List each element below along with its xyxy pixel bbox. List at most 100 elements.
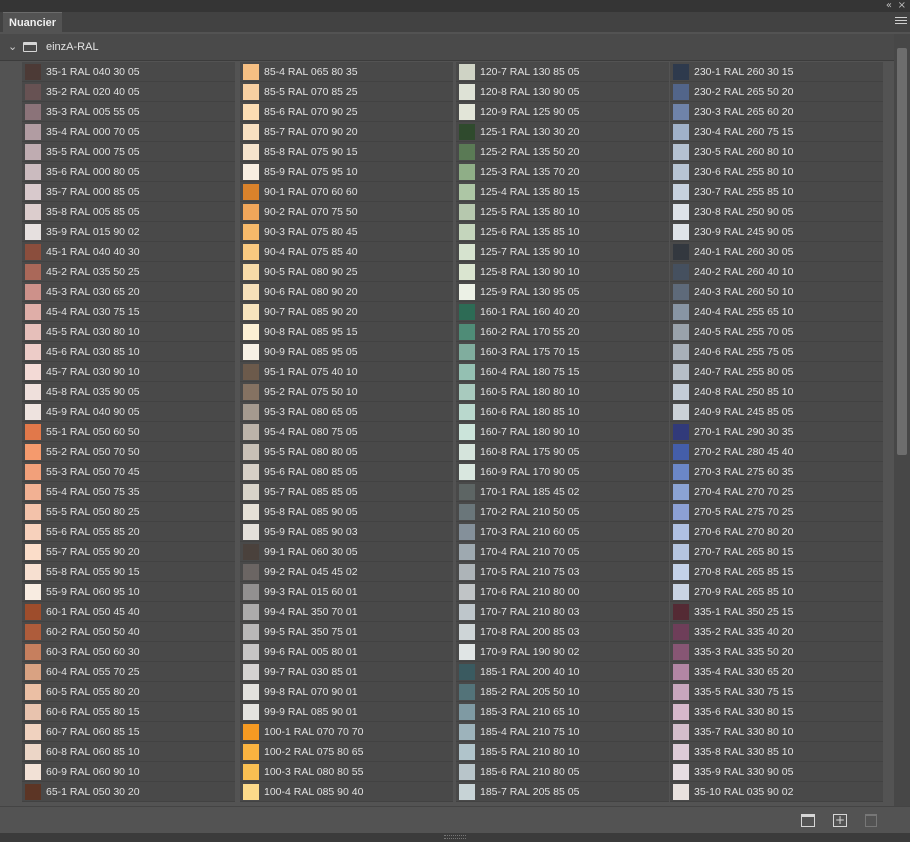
- swatch-item[interactable]: 125-1 RAL 130 30 20: [456, 122, 669, 142]
- tab-swatches[interactable]: Nuancier: [3, 12, 63, 32]
- swatch-item[interactable]: 35-9 RAL 015 90 02: [22, 222, 235, 242]
- swatch-item[interactable]: 55-8 RAL 055 90 15: [22, 562, 235, 582]
- swatch-item[interactable]: 90-8 RAL 085 95 15: [240, 322, 453, 342]
- swatch-item[interactable]: 240-3 RAL 260 50 10: [670, 282, 883, 302]
- swatch-item[interactable]: 125-6 RAL 135 85 10: [456, 222, 669, 242]
- swatch-item[interactable]: 55-2 RAL 050 70 50: [22, 442, 235, 462]
- swatch-item[interactable]: 85-8 RAL 075 90 15: [240, 142, 453, 162]
- swatch-item[interactable]: 185-1 RAL 200 40 10: [456, 662, 669, 682]
- swatch-item[interactable]: 95-1 RAL 075 40 10: [240, 362, 453, 382]
- swatch-item[interactable]: 99-3 RAL 015 60 01: [240, 582, 453, 602]
- swatch-item[interactable]: 55-4 RAL 050 75 35: [22, 482, 235, 502]
- swatch-item[interactable]: 230-1 RAL 260 30 15: [670, 62, 883, 82]
- swatch-item[interactable]: 170-3 RAL 210 60 05: [456, 522, 669, 542]
- swatch-item[interactable]: 270-1 RAL 290 30 35: [670, 422, 883, 442]
- swatch-item[interactable]: 120-9 RAL 125 90 05: [456, 102, 669, 122]
- swatch-item[interactable]: 160-6 RAL 180 85 10: [456, 402, 669, 422]
- swatch-item[interactable]: 185-7 RAL 205 85 05: [456, 782, 669, 802]
- swatch-group-header[interactable]: ⌄ einzA-RAL: [0, 34, 894, 61]
- swatch-item[interactable]: 170-6 RAL 210 80 00: [456, 582, 669, 602]
- swatch-item[interactable]: 240-5 RAL 255 70 05: [670, 322, 883, 342]
- swatch-item[interactable]: 99-9 RAL 085 90 01: [240, 702, 453, 722]
- swatch-item[interactable]: 240-2 RAL 260 40 10: [670, 262, 883, 282]
- swatch-item[interactable]: 60-7 RAL 060 85 15: [22, 722, 235, 742]
- swatch-item[interactable]: 170-5 RAL 210 75 03: [456, 562, 669, 582]
- swatch-item[interactable]: 160-1 RAL 160 40 20: [456, 302, 669, 322]
- swatch-item[interactable]: 170-9 RAL 190 90 02: [456, 642, 669, 662]
- swatch-item[interactable]: 95-3 RAL 080 65 05: [240, 402, 453, 422]
- swatch-item[interactable]: 90-9 RAL 085 95 05: [240, 342, 453, 362]
- swatch-item[interactable]: 160-5 RAL 180 80 10: [456, 382, 669, 402]
- swatch-item[interactable]: 95-8 RAL 085 90 05: [240, 502, 453, 522]
- swatch-item[interactable]: 45-9 RAL 040 90 05: [22, 402, 235, 422]
- swatch-item[interactable]: 160-2 RAL 170 55 20: [456, 322, 669, 342]
- swatch-item[interactable]: 170-1 RAL 185 45 02: [456, 482, 669, 502]
- chevron-down-icon[interactable]: ⌄: [8, 40, 17, 53]
- swatch-item[interactable]: 335-2 RAL 335 40 20: [670, 622, 883, 642]
- swatch-item[interactable]: 85-6 RAL 070 90 25: [240, 102, 453, 122]
- swatch-item[interactable]: 99-7 RAL 030 85 01: [240, 662, 453, 682]
- swatch-item[interactable]: 335-5 RAL 330 75 15: [670, 682, 883, 702]
- close-panel-icon[interactable]: ×: [898, 0, 906, 12]
- swatch-item[interactable]: 55-5 RAL 050 80 25: [22, 502, 235, 522]
- swatch-item[interactable]: 270-6 RAL 270 80 20: [670, 522, 883, 542]
- swatch-item[interactable]: 230-7 RAL 255 85 10: [670, 182, 883, 202]
- swatch-item[interactable]: 100-1 RAL 070 70 70: [240, 722, 453, 742]
- swatch-item[interactable]: 120-8 RAL 130 90 05: [456, 82, 669, 102]
- swatch-item[interactable]: 35-2 RAL 020 40 05: [22, 82, 235, 102]
- swatch-item[interactable]: 270-9 RAL 265 85 10: [670, 582, 883, 602]
- swatch-item[interactable]: 60-6 RAL 055 80 15: [22, 702, 235, 722]
- swatch-item[interactable]: 270-5 RAL 275 70 25: [670, 502, 883, 522]
- swatch-item[interactable]: 35-1 RAL 040 30 05: [22, 62, 235, 82]
- swatch-item[interactable]: 240-7 RAL 255 80 05: [670, 362, 883, 382]
- swatch-item[interactable]: 230-3 RAL 265 60 20: [670, 102, 883, 122]
- swatch-item[interactable]: 85-7 RAL 070 90 20: [240, 122, 453, 142]
- swatch-item[interactable]: 125-4 RAL 135 80 15: [456, 182, 669, 202]
- swatch-item[interactable]: 240-1 RAL 260 30 05: [670, 242, 883, 262]
- swatch-item[interactable]: 35-3 RAL 005 55 05: [22, 102, 235, 122]
- swatch-item[interactable]: 60-3 RAL 050 60 30: [22, 642, 235, 662]
- swatch-item[interactable]: 120-7 RAL 130 85 05: [456, 62, 669, 82]
- swatch-item[interactable]: 100-2 RAL 075 80 65: [240, 742, 453, 762]
- swatch-item[interactable]: 35-5 RAL 000 75 05: [22, 142, 235, 162]
- swatch-item[interactable]: 90-1 RAL 070 60 60: [240, 182, 453, 202]
- swatch-item[interactable]: 99-4 RAL 350 70 01: [240, 602, 453, 622]
- swatch-item[interactable]: 270-3 RAL 275 60 35: [670, 462, 883, 482]
- swatch-item[interactable]: 55-1 RAL 050 60 50: [22, 422, 235, 442]
- swatch-item[interactable]: 335-3 RAL 335 50 20: [670, 642, 883, 662]
- swatch-item[interactable]: 55-9 RAL 060 95 10: [22, 582, 235, 602]
- swatch-item[interactable]: 230-5 RAL 260 80 10: [670, 142, 883, 162]
- swatch-item[interactable]: 99-2 RAL 045 45 02: [240, 562, 453, 582]
- swatch-item[interactable]: 125-5 RAL 135 80 10: [456, 202, 669, 222]
- swatch-item[interactable]: 45-5 RAL 030 80 10: [22, 322, 235, 342]
- swatch-item[interactable]: 95-6 RAL 080 85 05: [240, 462, 453, 482]
- swatch-item[interactable]: 60-9 RAL 060 90 10: [22, 762, 235, 782]
- swatch-item[interactable]: 125-8 RAL 130 90 10: [456, 262, 669, 282]
- swatch-item[interactable]: 240-9 RAL 245 85 05: [670, 402, 883, 422]
- swatch-item[interactable]: 270-2 RAL 280 45 40: [670, 442, 883, 462]
- swatch-item[interactable]: 45-7 RAL 030 90 10: [22, 362, 235, 382]
- swatch-item[interactable]: 90-5 RAL 080 90 25: [240, 262, 453, 282]
- swatch-item[interactable]: 185-4 RAL 210 75 10: [456, 722, 669, 742]
- swatch-item[interactable]: 335-7 RAL 330 80 10: [670, 722, 883, 742]
- swatch-item[interactable]: 185-6 RAL 210 80 05: [456, 762, 669, 782]
- swatch-item[interactable]: 45-3 RAL 030 65 20: [22, 282, 235, 302]
- swatch-item[interactable]: 90-4 RAL 075 85 40: [240, 242, 453, 262]
- swatch-item[interactable]: 35-4 RAL 000 70 05: [22, 122, 235, 142]
- swatch-item[interactable]: 335-1 RAL 350 25 15: [670, 602, 883, 622]
- swatch-item[interactable]: 240-8 RAL 250 85 10: [670, 382, 883, 402]
- swatch-item[interactable]: 270-4 RAL 270 70 25: [670, 482, 883, 502]
- swatch-item[interactable]: 170-4 RAL 210 70 05: [456, 542, 669, 562]
- swatch-item[interactable]: 240-4 RAL 255 65 10: [670, 302, 883, 322]
- swatch-item[interactable]: 99-6 RAL 005 80 01: [240, 642, 453, 662]
- swatch-item[interactable]: 170-8 RAL 200 85 03: [456, 622, 669, 642]
- swatch-item[interactable]: 99-5 RAL 350 75 01: [240, 622, 453, 642]
- swatch-item[interactable]: 60-5 RAL 055 80 20: [22, 682, 235, 702]
- swatch-item[interactable]: 125-9 RAL 130 95 05: [456, 282, 669, 302]
- swatch-item[interactable]: 65-1 RAL 050 30 20: [22, 782, 235, 802]
- swatch-item[interactable]: 240-6 RAL 255 75 05: [670, 342, 883, 362]
- swatch-item[interactable]: 95-5 RAL 080 80 05: [240, 442, 453, 462]
- swatch-item[interactable]: 125-3 RAL 135 70 20: [456, 162, 669, 182]
- swatch-item[interactable]: 335-4 RAL 330 65 20: [670, 662, 883, 682]
- swatch-item[interactable]: 90-6 RAL 080 90 20: [240, 282, 453, 302]
